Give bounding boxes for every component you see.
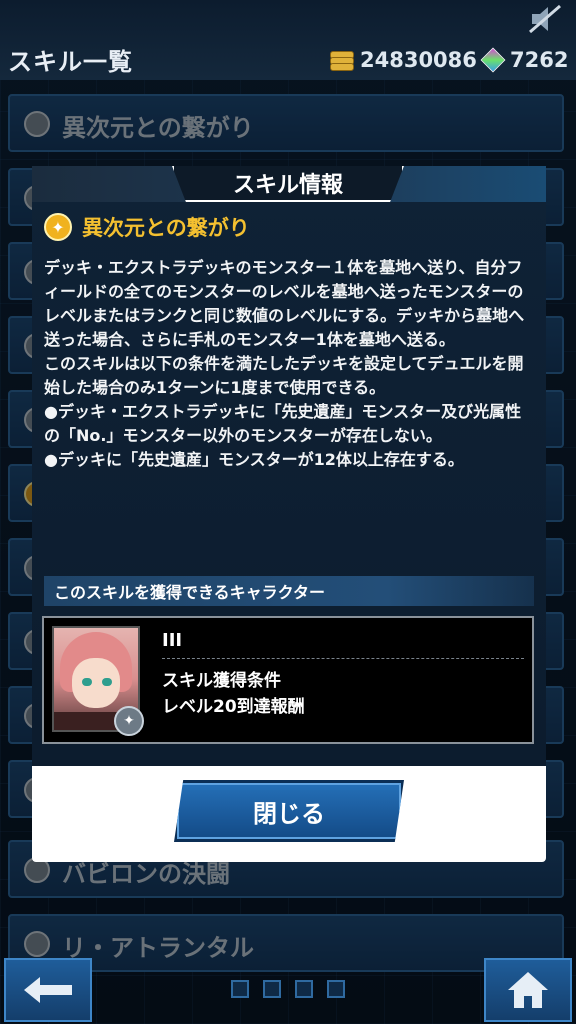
back-button[interactable]	[4, 958, 92, 1022]
gem-icon	[480, 47, 506, 73]
home-icon	[508, 972, 548, 1008]
description-condition: このスキルは以下の条件を満たしたデッキを設定してデュエルを開始した場合のみ1ター…	[44, 354, 524, 397]
skill-name: 異次元との繋がり	[82, 216, 250, 240]
acquire-condition-value: レベル20到達報酬	[162, 697, 305, 717]
divider	[162, 658, 524, 659]
footer-bar	[0, 958, 576, 1024]
gold-counter: 24830086	[330, 46, 477, 74]
coin-icon	[330, 51, 354, 71]
acquire-condition-label: スキル獲得条件	[162, 671, 281, 691]
description-effect: デッキ・エクストラデッキのモンスター１体を墓地へ送り、自分フィールドの全てのモン…	[44, 258, 525, 349]
skill-badge-icon: ✦	[114, 706, 144, 736]
skill-info-dialog: スキル情報 ✦ 異次元との繋がり デッキ・エクストラデッキのモンスター１体を墓地…	[32, 166, 546, 862]
star-icon: ✦	[44, 213, 72, 241]
header-bar: スキル一覧 24830086 7262	[0, 0, 576, 80]
home-button[interactable]	[484, 958, 572, 1022]
close-button[interactable]: 閉じる	[174, 780, 404, 842]
page-title: スキル一覧	[8, 48, 133, 76]
dialog-body: スキル情報 ✦ 異次元との繋がり デッキ・エクストラデッキのモンスター１体を墓地…	[32, 166, 546, 766]
skill-description: デッキ・エクストラデッキのモンスター１体を墓地へ送り、自分フィールドの全てのモン…	[44, 256, 536, 472]
dialog-titlebar: スキル情報	[32, 166, 546, 202]
description-requirement-1: ●デッキ・エクストラデッキに「先史遺産」モンスター及び光属性の「No.」モンスタ…	[44, 402, 522, 445]
gem-counter: 7262	[480, 46, 569, 74]
character-section-title: このスキルを獲得できるキャラクター	[44, 576, 534, 606]
gem-value: 7262	[510, 48, 569, 72]
character-card[interactable]: ✦ III スキル獲得条件 レベル20到達報酬	[42, 616, 534, 744]
back-arrow-icon	[24, 977, 72, 1003]
character-name: III	[162, 630, 183, 651]
description-requirement-2: ●デッキに「先史遺産」モンスターが12体以上存在する。	[44, 450, 464, 469]
page-indicator	[200, 980, 376, 1000]
skill-header: ✦ 異次元との繋がり	[44, 212, 250, 242]
gold-value: 24830086	[360, 48, 477, 72]
dialog-title: スキル情報	[172, 166, 404, 202]
mute-icon[interactable]	[528, 4, 562, 34]
